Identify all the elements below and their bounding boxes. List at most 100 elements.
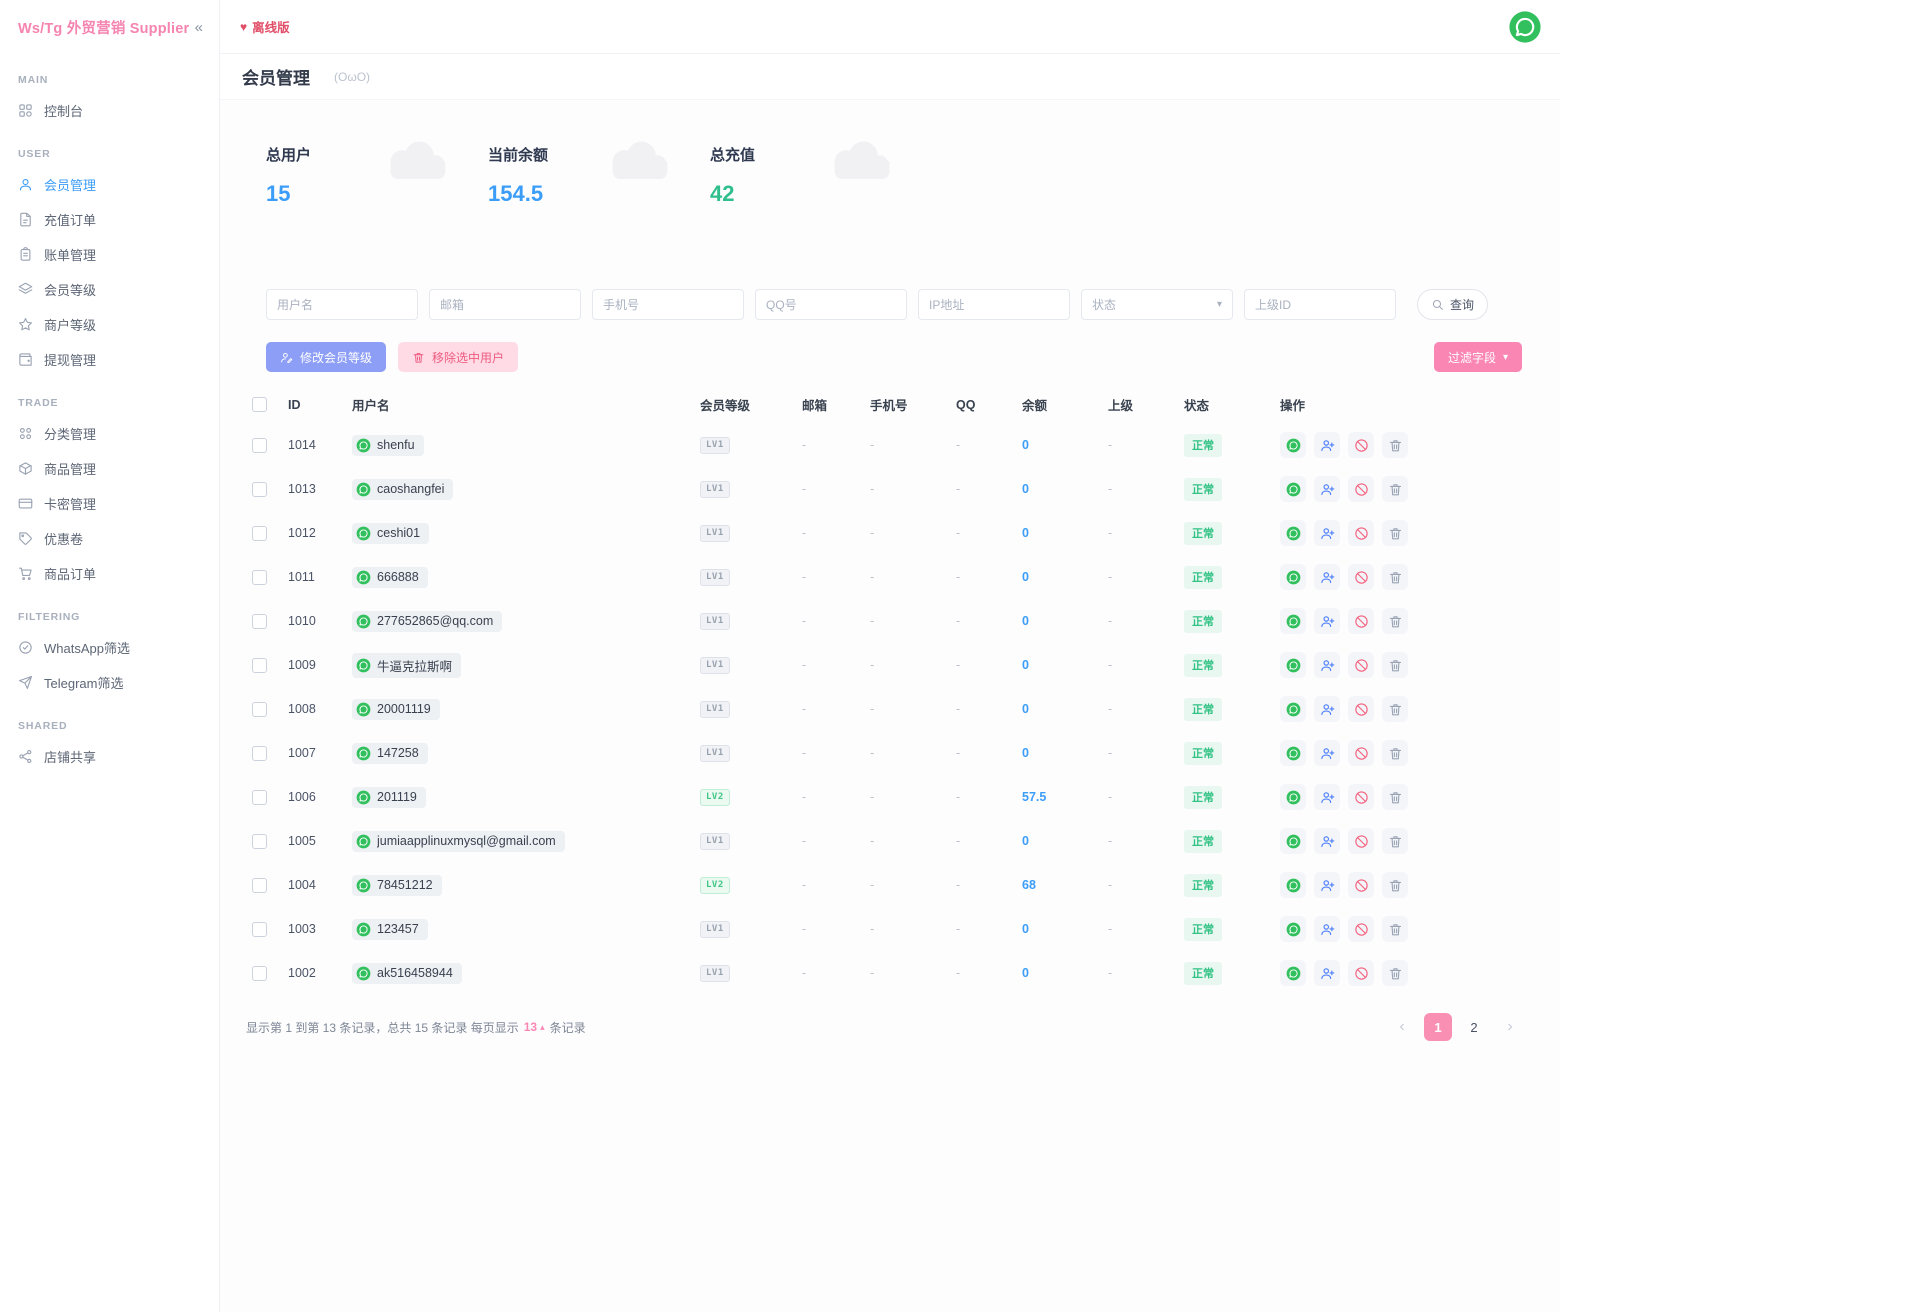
delete-action-icon[interactable] xyxy=(1382,828,1408,854)
edit-user-action-icon[interactable] xyxy=(1314,608,1340,634)
sidebar-item[interactable]: 优惠卷 xyxy=(0,521,219,556)
whatsapp-action-icon[interactable] xyxy=(1280,520,1306,546)
edit-user-action-icon[interactable] xyxy=(1314,652,1340,678)
edit-user-action-icon[interactable] xyxy=(1314,432,1340,458)
row-checkbox[interactable] xyxy=(252,614,267,629)
edit-user-action-icon[interactable] xyxy=(1314,564,1340,590)
ban-action-icon[interactable] xyxy=(1348,784,1374,810)
delete-action-icon[interactable] xyxy=(1382,960,1408,986)
row-checkbox[interactable] xyxy=(252,834,267,849)
sidebar-item[interactable]: 商户等级 xyxy=(0,307,219,342)
ban-action-icon[interactable] xyxy=(1348,652,1374,678)
edit-user-action-icon[interactable] xyxy=(1314,520,1340,546)
pagination-page-button[interactable]: 1 xyxy=(1424,1013,1452,1041)
delete-action-icon[interactable] xyxy=(1382,696,1408,722)
whatsapp-avatar-icon[interactable] xyxy=(1508,10,1542,44)
row-checkbox[interactable] xyxy=(252,790,267,805)
username-pill[interactable]: caoshangfei xyxy=(352,479,453,500)
delete-action-icon[interactable] xyxy=(1382,784,1408,810)
row-checkbox[interactable] xyxy=(252,922,267,937)
pagination-page-button[interactable]: 2 xyxy=(1460,1013,1488,1041)
ban-action-icon[interactable] xyxy=(1348,916,1374,942)
whatsapp-action-icon[interactable] xyxy=(1280,608,1306,634)
whatsapp-action-icon[interactable] xyxy=(1280,740,1306,766)
username-pill[interactable]: ak516458944 xyxy=(352,963,462,984)
delete-action-icon[interactable] xyxy=(1382,476,1408,502)
phone-filter-input[interactable] xyxy=(592,289,744,320)
sidebar-item[interactable]: Telegram筛选 xyxy=(0,665,219,700)
ban-action-icon[interactable] xyxy=(1348,828,1374,854)
sidebar-item[interactable]: 商品管理 xyxy=(0,451,219,486)
sidebar-item[interactable]: 充值订单 xyxy=(0,202,219,237)
sidebar-item[interactable]: 卡密管理 xyxy=(0,486,219,521)
delete-action-icon[interactable] xyxy=(1382,652,1408,678)
username-filter-input[interactable] xyxy=(266,289,418,320)
row-checkbox[interactable] xyxy=(252,482,267,497)
username-pill[interactable]: jumiaapplinuxmysql@gmail.com xyxy=(352,831,565,852)
row-checkbox[interactable] xyxy=(252,702,267,717)
remove-selected-users-button[interactable]: 移除选中用户 xyxy=(398,342,518,372)
delete-action-icon[interactable] xyxy=(1382,432,1408,458)
whatsapp-action-icon[interactable] xyxy=(1280,828,1306,854)
delete-action-icon[interactable] xyxy=(1382,872,1408,898)
edit-user-action-icon[interactable] xyxy=(1314,828,1340,854)
username-pill[interactable]: shenfu xyxy=(352,435,424,456)
row-checkbox[interactable] xyxy=(252,746,267,761)
sidebar-item[interactable]: 控制台 xyxy=(0,93,219,128)
row-checkbox[interactable] xyxy=(252,570,267,585)
whatsapp-action-icon[interactable] xyxy=(1280,916,1306,942)
select-all-checkbox[interactable] xyxy=(252,397,267,412)
edit-user-action-icon[interactable] xyxy=(1314,872,1340,898)
username-pill[interactable]: 277652865@qq.com xyxy=(352,611,502,632)
username-pill[interactable]: 123457 xyxy=(352,919,428,940)
row-checkbox[interactable] xyxy=(252,438,267,453)
sidebar-item[interactable]: 提现管理 xyxy=(0,342,219,377)
whatsapp-action-icon[interactable] xyxy=(1280,784,1306,810)
username-pill[interactable]: 20001119 xyxy=(352,699,440,720)
ban-action-icon[interactable] xyxy=(1348,696,1374,722)
delete-action-icon[interactable] xyxy=(1382,740,1408,766)
filter-fields-button[interactable]: 过滤字段 ▾ xyxy=(1434,342,1522,372)
ip-filter-input[interactable] xyxy=(918,289,1070,320)
row-checkbox[interactable] xyxy=(252,658,267,673)
parent-id-filter-input[interactable] xyxy=(1244,289,1396,320)
edit-user-action-icon[interactable] xyxy=(1314,476,1340,502)
delete-action-icon[interactable] xyxy=(1382,608,1408,634)
ban-action-icon[interactable] xyxy=(1348,564,1374,590)
whatsapp-action-icon[interactable] xyxy=(1280,696,1306,722)
row-checkbox[interactable] xyxy=(252,966,267,981)
sidebar-item[interactable]: 会员等级 xyxy=(0,272,219,307)
ban-action-icon[interactable] xyxy=(1348,960,1374,986)
edit-user-action-icon[interactable] xyxy=(1314,916,1340,942)
whatsapp-action-icon[interactable] xyxy=(1280,564,1306,590)
delete-action-icon[interactable] xyxy=(1382,520,1408,546)
ban-action-icon[interactable] xyxy=(1348,608,1374,634)
username-pill[interactable]: 牛逼克拉斯啊 xyxy=(352,653,461,678)
username-pill[interactable]: ceshi01 xyxy=(352,523,429,544)
whatsapp-action-icon[interactable] xyxy=(1280,872,1306,898)
whatsapp-action-icon[interactable] xyxy=(1280,960,1306,986)
page-size-select[interactable]: 13 ▴ xyxy=(524,1020,545,1034)
sidebar-item[interactable]: 账单管理 xyxy=(0,237,219,272)
qq-filter-input[interactable] xyxy=(755,289,907,320)
edit-user-action-icon[interactable] xyxy=(1314,696,1340,722)
sidebar-collapse-icon[interactable]: « xyxy=(195,19,203,36)
username-pill[interactable]: 147258 xyxy=(352,743,428,764)
username-pill[interactable]: 201119 xyxy=(352,787,426,808)
delete-action-icon[interactable] xyxy=(1382,564,1408,590)
pagination-next-button[interactable]: › xyxy=(1496,1013,1524,1041)
sidebar-item[interactable]: 会员管理 xyxy=(0,167,219,202)
row-checkbox[interactable] xyxy=(252,526,267,541)
username-pill[interactable]: 78451212 xyxy=(352,875,442,896)
ban-action-icon[interactable] xyxy=(1348,740,1374,766)
delete-action-icon[interactable] xyxy=(1382,916,1408,942)
sidebar-item[interactable]: 店铺共享 xyxy=(0,739,219,774)
whatsapp-action-icon[interactable] xyxy=(1280,652,1306,678)
edit-user-action-icon[interactable] xyxy=(1314,740,1340,766)
ban-action-icon[interactable] xyxy=(1348,476,1374,502)
pagination-prev-button[interactable]: ‹ xyxy=(1388,1013,1416,1041)
status-filter-select[interactable]: 状态 ▾ xyxy=(1081,289,1233,320)
ban-action-icon[interactable] xyxy=(1348,872,1374,898)
edit-member-level-button[interactable]: 修改会员等级 xyxy=(266,342,386,372)
ban-action-icon[interactable] xyxy=(1348,432,1374,458)
